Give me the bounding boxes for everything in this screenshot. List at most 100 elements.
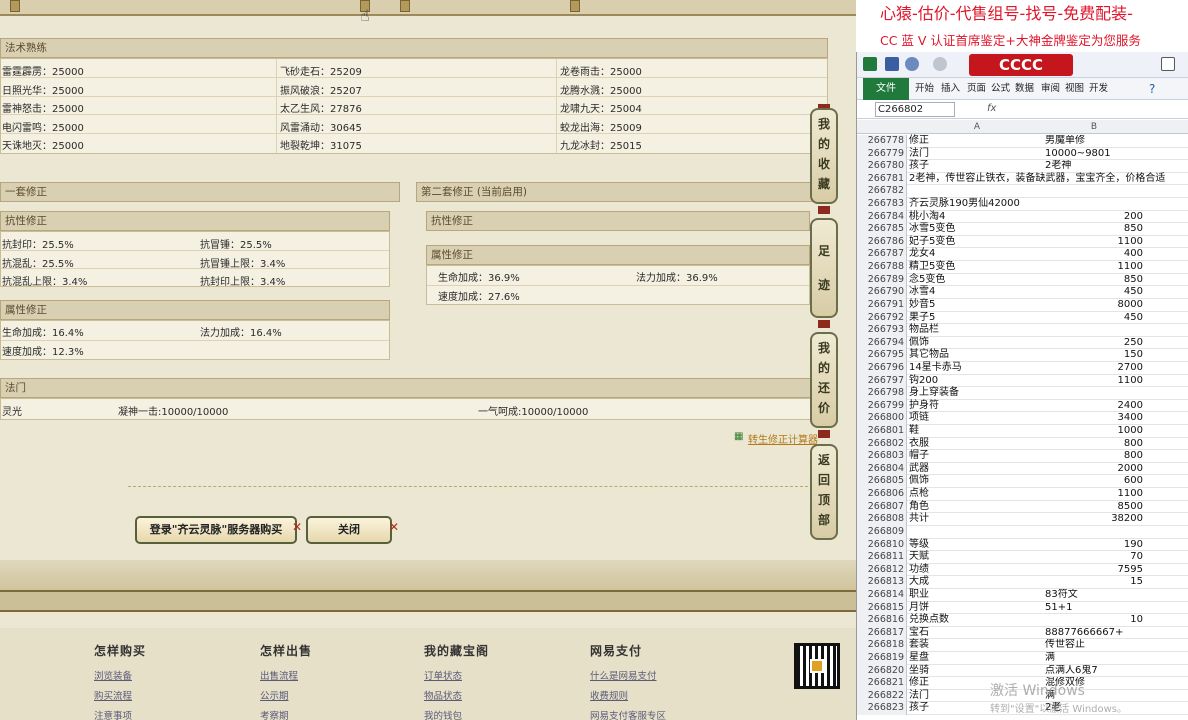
cell-b[interactable]: 传世容止	[1045, 639, 1143, 651]
file-tab[interactable]: 文件	[863, 78, 909, 100]
row-number[interactable]: 266778	[857, 135, 907, 148]
cell-b[interactable]: 3400	[1045, 412, 1143, 424]
cell-b[interactable]: 600	[1045, 475, 1143, 487]
cell-a[interactable]: 身上穿装备	[909, 387, 1045, 399]
row-number[interactable]: 266798	[857, 387, 907, 400]
row-number[interactable]: 266793	[857, 324, 907, 337]
row-number[interactable]: 266781	[857, 172, 907, 186]
cell-a[interactable]: 功绩	[909, 564, 1045, 576]
cell-b[interactable]: 1100	[1045, 488, 1143, 500]
cell-b[interactable]: 2000	[1045, 463, 1143, 475]
row-number[interactable]: 266814	[857, 588, 907, 602]
save-icon[interactable]	[885, 57, 899, 71]
row-number[interactable]: 266815	[857, 601, 907, 615]
my-bargain-tab[interactable]: 我的还价	[810, 332, 838, 428]
cell-b[interactable]: 8500	[1045, 501, 1143, 513]
cell-a[interactable]: 衣服	[909, 438, 1045, 450]
cell-b[interactable]: 38200	[1045, 513, 1143, 525]
row-number[interactable]: 266816	[857, 614, 907, 627]
cell-a[interactable]: 佩饰	[909, 475, 1045, 487]
cell-b[interactable]: 1100	[1045, 375, 1143, 387]
cell-b[interactable]: 83符文	[1045, 589, 1143, 601]
ribbon-tab[interactable]: 视图	[1065, 78, 1084, 100]
cell-b[interactable]: 1100	[1045, 261, 1143, 273]
footer-link[interactable]: 考察期	[260, 708, 289, 720]
row-number[interactable]: 266792	[857, 311, 907, 325]
cell-a[interactable]: 孩子	[909, 160, 1045, 172]
cell-b[interactable]: 8000	[1045, 299, 1143, 311]
cell-a[interactable]: 大成	[909, 576, 1045, 588]
cell-a[interactable]: 其它物品	[909, 349, 1045, 361]
row-number[interactable]: 266800	[857, 412, 907, 426]
cell-b[interactable]: 10	[1045, 614, 1143, 626]
cell-a[interactable]: 佩饰	[909, 337, 1045, 349]
my-favorites-tab[interactable]: 我的收藏	[810, 108, 838, 204]
cell-a[interactable]: 共计	[909, 513, 1045, 525]
cell-a[interactable]: 念5变色	[909, 274, 1045, 286]
footer-link[interactable]: 注意事项	[94, 708, 132, 720]
cell-a[interactable]: 龙女4	[909, 248, 1045, 260]
row-number[interactable]: 266808	[857, 513, 907, 526]
row-number[interactable]: 266812	[857, 563, 907, 577]
ribbon-tab[interactable]: 公式	[991, 78, 1010, 100]
row-number[interactable]: 266784	[857, 210, 907, 224]
cell-a[interactable]: 月饼	[909, 602, 1045, 614]
cell-b[interactable]: 800	[1045, 438, 1143, 450]
close-button[interactable]: 关闭	[306, 516, 392, 544]
footer-link[interactable]: 收费规则	[590, 688, 628, 702]
cell-a[interactable]: 冰雪5变色	[909, 223, 1045, 235]
cell-b[interactable]: 满	[1045, 652, 1143, 664]
cell-a[interactable]: 天赋	[909, 551, 1045, 563]
maximize-icon[interactable]	[1161, 57, 1175, 71]
cell-b[interactable]: 2700	[1045, 362, 1143, 374]
rebirth-calculator-link[interactable]: 转生修正计算器	[748, 431, 818, 446]
undo-icon[interactable]	[905, 57, 919, 71]
cell-a[interactable]: 帽子	[909, 450, 1045, 462]
column-header-b[interactable]: B	[1045, 120, 1143, 134]
ribbon-tab[interactable]: 数据	[1015, 78, 1034, 100]
footer-link[interactable]: 出售流程	[260, 668, 298, 682]
cell-b[interactable]: 850	[1045, 223, 1143, 235]
cell-a[interactable]: 武器	[909, 463, 1045, 475]
ribbon-tab[interactable]: 页面	[967, 78, 986, 100]
row-number[interactable]: 266819	[857, 651, 907, 665]
cell-a[interactable]: 物品栏	[909, 324, 1045, 336]
cell-b[interactable]: 400	[1045, 248, 1143, 260]
row-number[interactable]: 266789	[857, 273, 907, 287]
cell-b[interactable]: 70	[1045, 551, 1143, 563]
cell-b[interactable]: 51+1	[1045, 602, 1143, 614]
cell-b[interactable]: 200	[1045, 211, 1143, 223]
row-number[interactable]: 266817	[857, 626, 907, 640]
cell-a[interactable]: 法门	[909, 148, 1045, 160]
help-icon[interactable]: ?	[1149, 78, 1155, 100]
cell-a[interactable]: 等级	[909, 539, 1045, 551]
cell-b[interactable]: 7595	[1045, 564, 1143, 576]
row-number[interactable]: 266799	[857, 399, 907, 413]
cell-b[interactable]: 450	[1045, 286, 1143, 298]
cell-a[interactable]: 修正	[909, 135, 1045, 147]
cell-a[interactable]: 角色	[909, 501, 1045, 513]
cell-a[interactable]: 点枪	[909, 488, 1045, 500]
cell-a[interactable]: 齐云灵脉190男仙42000	[909, 198, 1045, 210]
cell-b[interactable]: 150	[1045, 349, 1143, 361]
row-number[interactable]: 266785	[857, 223, 907, 236]
cell-a[interactable]: 2老神，传世容止铁衣，装备缺武器，宝宝齐全，价格合适	[909, 173, 1165, 185]
row-number[interactable]: 266796	[857, 361, 907, 375]
cell-a[interactable]: 项链	[909, 412, 1045, 424]
cell-a[interactable]: 果子5	[909, 312, 1045, 324]
row-number[interactable]: 266803	[857, 450, 907, 463]
cell-a[interactable]: 鞋	[909, 425, 1045, 437]
ribbon-tab[interactable]: 审阅	[1041, 78, 1060, 100]
cell-a[interactable]: 坐骑	[909, 665, 1045, 677]
cell-b[interactable]: 800	[1045, 450, 1143, 462]
ribbon-tab[interactable]: 开发	[1089, 78, 1108, 100]
cell-a[interactable]: 冰雪4	[909, 286, 1045, 298]
row-number[interactable]: 266802	[857, 437, 907, 451]
row-number[interactable]: 266818	[857, 639, 907, 652]
cell-a[interactable]: 妃子5变色	[909, 236, 1045, 248]
row-number[interactable]: 266807	[857, 500, 907, 514]
row-number[interactable]: 266779	[857, 147, 907, 161]
cell-a[interactable]: 钩200	[909, 375, 1045, 387]
footer-link[interactable]: 什么是网易支付	[590, 668, 657, 682]
footer-link[interactable]: 订单状态	[424, 668, 462, 682]
